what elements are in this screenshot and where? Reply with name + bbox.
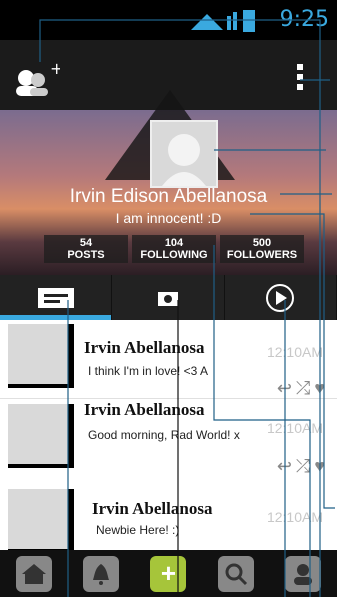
profile-name: Irvin Edison Abellanosa	[69, 186, 268, 207]
profile-avatar[interactable]	[150, 120, 218, 188]
post-text: Newbie Here! :)	[96, 523, 180, 537]
tab-photos[interactable]	[112, 275, 225, 320]
play-icon	[266, 283, 295, 312]
stat-following[interactable]: 104 FOLLOWING	[132, 235, 216, 263]
list-item[interactable]: Irvin Abellanosa Good morning, Rad World…	[0, 400, 337, 480]
status-bar: 9:25	[0, 0, 337, 40]
profile-tabs	[0, 275, 337, 320]
overflow-menu-icon[interactable]	[295, 62, 305, 92]
divider	[0, 398, 337, 399]
nav-notifications[interactable]	[83, 555, 120, 592]
profile-icon	[294, 563, 313, 585]
svg-text:+: +	[50, 62, 60, 78]
reply-icon[interactable]: ↩	[277, 378, 296, 398]
post-time: 12:10AM	[266, 509, 323, 525]
post-time: 12:10AM	[266, 344, 323, 360]
camera-icon	[157, 291, 178, 306]
post-author[interactable]: Irvin Abellanosa	[92, 499, 212, 519]
post-actions: ↩⤮♥	[277, 378, 329, 399]
post-text: Good morning, Rad World! x	[88, 428, 240, 442]
status-time: 9:25	[279, 7, 329, 32]
chat-icon	[37, 287, 74, 308]
list-item[interactable]: Irvin Abellanosa I think I'm in love! <3…	[0, 320, 337, 400]
post-author[interactable]: Irvin Abellanosa	[84, 338, 204, 358]
post-avatar[interactable]	[8, 489, 74, 553]
bottom-nav: +	[0, 550, 337, 597]
profile-stats: 54 POSTS 104 FOLLOWING 500 FOLLOWERS	[44, 235, 304, 263]
post-author[interactable]: Irvin Abellanosa	[84, 400, 204, 420]
nav-home[interactable]	[15, 555, 52, 592]
reply-icon[interactable]: ↩	[277, 456, 296, 476]
post-text: I think I'm in love! <3 A	[88, 364, 209, 378]
nav-add-post[interactable]: +	[150, 555, 187, 592]
post-avatar[interactable]	[8, 324, 74, 388]
avatar-placeholder-icon	[162, 134, 206, 186]
share-icon[interactable]: ⤮	[296, 456, 314, 476]
post-avatar[interactable]	[8, 404, 74, 468]
signal-wifi-battery-icon	[191, 10, 255, 32]
search-icon	[225, 563, 247, 585]
bell-icon	[93, 563, 110, 585]
plus-icon: +	[160, 558, 177, 588]
profile-bio: I am innocent! :D	[115, 210, 222, 226]
post-actions: ↩⤮♥	[277, 456, 329, 477]
post-time: 12:10AM	[266, 420, 323, 436]
tab-videos[interactable]	[225, 275, 337, 320]
heart-icon[interactable]: ♥	[314, 378, 329, 398]
home-icon	[21, 563, 46, 584]
heart-icon[interactable]: ♥	[314, 456, 329, 476]
stat-followers[interactable]: 500 FOLLOWERS	[220, 235, 304, 263]
nav-search[interactable]	[217, 555, 254, 592]
add-friend-icon[interactable]: +	[12, 62, 60, 100]
post-feed: Irvin Abellanosa I think I'm in love! <3…	[0, 320, 337, 553]
tab-posts[interactable]	[0, 275, 113, 320]
nav-profile[interactable]	[285, 555, 322, 592]
share-icon[interactable]: ⤮	[296, 378, 314, 398]
stat-posts[interactable]: 54 POSTS	[44, 235, 128, 263]
